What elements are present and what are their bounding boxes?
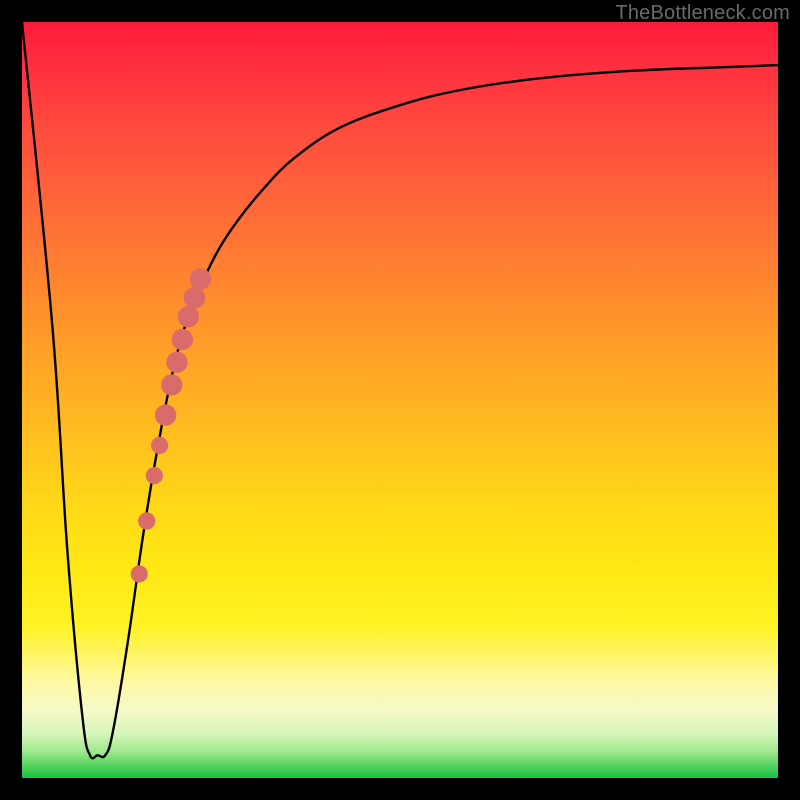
curve-marker	[190, 268, 211, 289]
chart-frame: TheBottleneck.com	[0, 0, 800, 800]
curve-marker	[146, 467, 163, 484]
curve-marker	[155, 404, 176, 425]
curve-marker	[138, 512, 155, 529]
curve-marker	[151, 437, 168, 454]
curve-marker	[184, 287, 205, 308]
curve-marker	[161, 374, 182, 395]
curve-marker	[166, 352, 187, 373]
bottleneck-curve	[22, 22, 778, 758]
watermark-text: TheBottleneck.com	[615, 2, 790, 25]
chart-svg	[22, 22, 778, 778]
curve-marker	[131, 565, 148, 582]
curve-marker	[172, 329, 193, 350]
curve-marker	[178, 306, 199, 327]
